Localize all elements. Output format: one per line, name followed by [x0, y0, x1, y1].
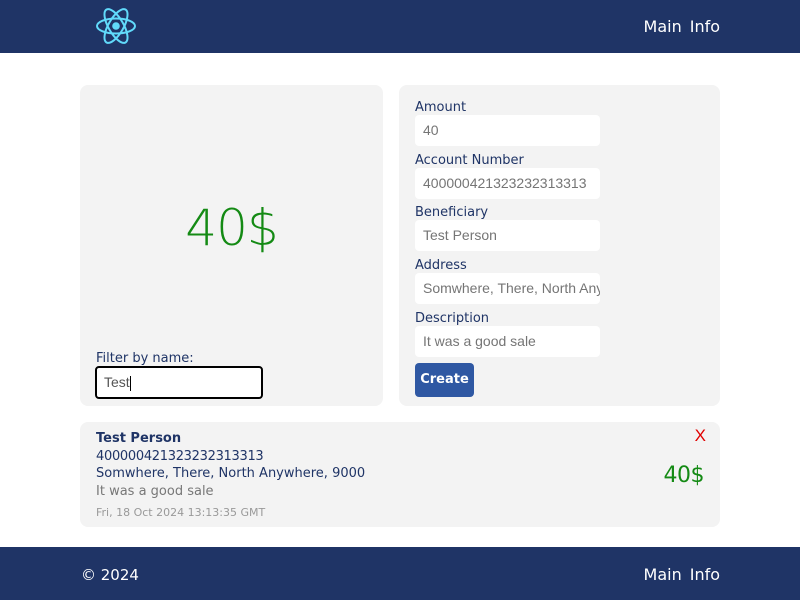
transaction-account-number: 400000421323232313313: [96, 449, 264, 464]
app-header: Main Info: [0, 0, 800, 53]
app-footer: © 2024 Main Info: [0, 547, 800, 600]
delete-transaction-button[interactable]: X: [695, 427, 706, 444]
footer-nav: Main Info: [644, 565, 720, 585]
text-caret: [129, 375, 131, 391]
copyright-text: © 2024: [81, 566, 139, 584]
footer-link-info[interactable]: Info: [690, 565, 720, 585]
filter-label: Filter by name:: [96, 351, 194, 366]
address-field[interactable]: Somwhere, There, North Anywhere, 9000: [415, 273, 600, 304]
beneficiary-label: Beneficiary: [415, 205, 489, 220]
transaction-card: Test Person 400000421323232313313 Somwhe…: [80, 422, 720, 527]
account-number-label: Account Number: [415, 153, 524, 168]
create-button[interactable]: Create: [415, 363, 474, 397]
description-label: Description: [415, 311, 490, 326]
total-amount: 40$: [185, 199, 278, 257]
nav-link-main[interactable]: Main: [644, 17, 682, 37]
filter-input[interactable]: Test: [95, 366, 263, 399]
header-nav: Main Info: [644, 17, 720, 37]
beneficiary-field[interactable]: Test Person: [415, 220, 600, 251]
amount-label: Amount: [415, 100, 467, 115]
footer-link-main[interactable]: Main: [644, 565, 682, 585]
transaction-form: Amount 40 Account Number 400000421323232…: [399, 85, 720, 406]
account-number-field[interactable]: 400000421323232313313: [415, 168, 600, 199]
transaction-beneficiary: Test Person: [96, 431, 182, 446]
nav-link-info[interactable]: Info: [690, 17, 720, 37]
transaction-date: Fri, 18 Oct 2024 13:13:35 GMT: [96, 506, 266, 519]
react-atom-icon[interactable]: [95, 5, 137, 47]
filter-input-value: Test: [104, 374, 130, 390]
description-field[interactable]: It was a good sale: [415, 326, 600, 357]
amount-field[interactable]: 40: [415, 115, 600, 146]
transaction-description: It was a good sale: [96, 484, 214, 499]
transaction-address: Somwhere, There, North Anywhere, 9000: [96, 466, 366, 481]
transaction-amount: 40$: [663, 463, 705, 488]
summary-panel: 40$ Filter by name: Test: [80, 85, 383, 406]
address-label: Address: [415, 258, 467, 273]
